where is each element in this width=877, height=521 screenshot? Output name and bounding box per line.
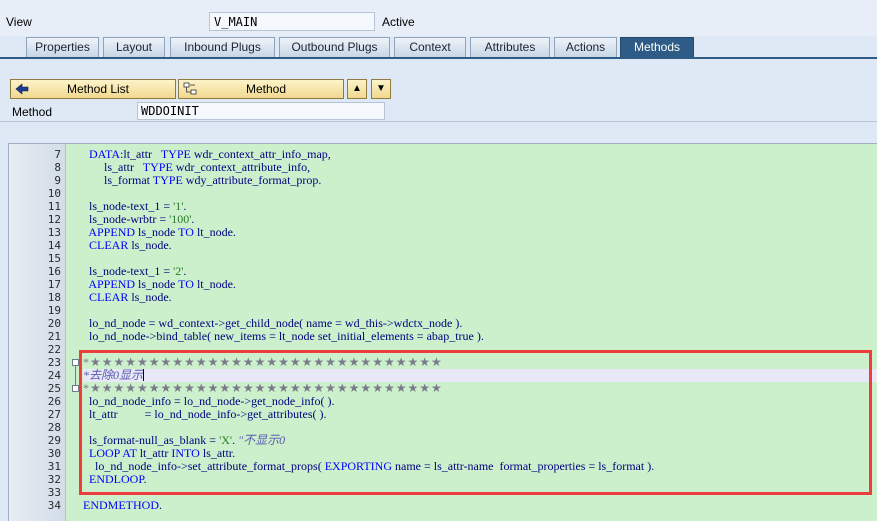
line-number: 30 <box>47 447 61 460</box>
status-text: Active <box>382 15 415 29</box>
fold-guide <box>75 366 76 386</box>
line-number: 27 <box>47 408 61 421</box>
move-down-button[interactable]: ▼ <box>371 79 391 99</box>
line-number: 17 <box>47 278 61 291</box>
tab-methods[interactable]: Methods <box>620 37 694 57</box>
tab-strip: Properties Layout Inbound Plugs Outbound… <box>0 36 877 58</box>
code-line[interactable]: ENDMETHOD. <box>83 499 162 512</box>
tab-attributes[interactable]: Attributes <box>470 37 550 57</box>
code-line[interactable]: CLEAR ls_node. <box>83 291 172 304</box>
tab-outbound-plugs[interactable]: Outbound Plugs <box>279 37 390 57</box>
line-number: 22 <box>47 343 61 356</box>
method-list-label: Method List <box>66 82 130 96</box>
line-number: 21 <box>47 330 61 343</box>
line-number: 29 <box>47 434 61 447</box>
line-number: 9 <box>54 174 61 187</box>
method-list-button[interactable]: Method List <box>10 79 176 99</box>
fold-toggle[interactable] <box>72 385 79 392</box>
line-number: 32 <box>47 473 61 486</box>
method-button[interactable]: Method <box>178 79 344 99</box>
line-number: 7 <box>54 148 61 161</box>
line-number: 20 <box>47 317 61 330</box>
line-number: 16 <box>47 265 61 278</box>
line-number: 19 <box>47 304 61 317</box>
tab-inbound-plugs[interactable]: Inbound Plugs <box>170 37 275 57</box>
line-number: 13 <box>47 226 61 239</box>
header-bar: View V_MAIN Active <box>0 0 877 36</box>
tab-layout[interactable]: Layout <box>103 37 165 57</box>
line-number: 14 <box>47 239 61 252</box>
code-line[interactable]: lo_nd_node->bind_table( new_items = lt_n… <box>83 330 484 343</box>
method-label: Method <box>12 105 53 119</box>
code-line[interactable]: lt_attr = lo_nd_node_info->get_attribute… <box>83 408 327 421</box>
code-line[interactable]: lo_nd_node_info->set_attribute_format_pr… <box>83 460 654 473</box>
tab-actions[interactable]: Actions <box>554 37 617 57</box>
method-button-label: Method <box>245 82 287 96</box>
line-number: 11 <box>47 200 61 213</box>
arrow-up-icon: ▲ <box>352 83 362 94</box>
separator <box>0 121 877 122</box>
line-number: 26 <box>47 395 61 408</box>
method-name-field[interactable]: WDDOINIT <box>137 102 385 120</box>
line-number: 23 <box>47 356 61 369</box>
view-name-field[interactable]: V_MAIN <box>209 12 375 31</box>
line-number: 31 <box>47 460 61 473</box>
line-number: 15 <box>47 252 61 265</box>
code-line[interactable]: ENDLOOP. <box>83 473 147 486</box>
line-number: 18 <box>47 291 61 304</box>
arrow-down-icon: ▼ <box>376 83 386 94</box>
view-label: View <box>6 15 32 29</box>
line-number: 33 <box>47 486 61 499</box>
line-number: 28 <box>47 421 61 434</box>
line-number: 25 <box>47 382 61 395</box>
tab-properties[interactable]: Properties <box>26 37 99 57</box>
line-number: 8 <box>54 161 61 174</box>
code-line[interactable]: ls_format TYPE wdy_attribute_format_prop… <box>83 174 321 187</box>
fold-toggle[interactable] <box>72 359 79 366</box>
code-line[interactable]: CLEAR ls_node. <box>83 239 172 252</box>
move-up-button[interactable]: ▲ <box>347 79 367 99</box>
line-number: 34 <box>47 499 61 512</box>
line-number: 10 <box>47 187 61 200</box>
line-number: 24 <box>47 369 61 382</box>
tab-context[interactable]: Context <box>394 37 466 57</box>
line-number: 12 <box>47 213 61 226</box>
code-editor[interactable]: 7 DATA:lt_attr TYPE wdr_context_attr_inf… <box>8 143 877 521</box>
